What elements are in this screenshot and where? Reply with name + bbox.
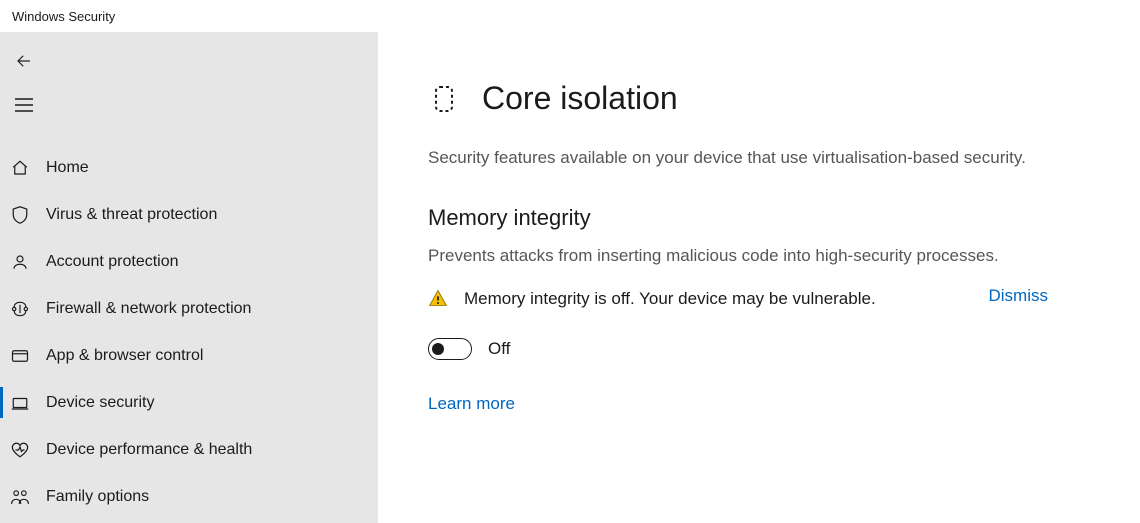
window-title: Windows Security <box>12 9 115 24</box>
sidebar-item-device-security[interactable]: Device security <box>0 379 378 426</box>
sidebar-item-label: Firewall & network protection <box>46 300 251 318</box>
sidebar-item-label: Family options <box>46 488 149 506</box>
browser-icon <box>10 346 30 366</box>
hamburger-icon <box>15 98 33 112</box>
warning-alert: Memory integrity is off. Your device may… <box>428 286 1048 312</box>
section-description: Prevents attacks from inserting maliciou… <box>428 243 1028 269</box>
home-icon <box>10 158 30 178</box>
memory-integrity-toggle[interactable] <box>428 338 472 360</box>
main-content: Core isolation Security features availab… <box>378 32 1140 523</box>
sidebar-item-browser[interactable]: App & browser control <box>0 332 378 379</box>
sidebar-item-label: Home <box>46 159 89 177</box>
sidebar-item-health[interactable]: Device performance & health <box>0 426 378 473</box>
warning-text: Memory integrity is off. Your device may… <box>464 286 953 312</box>
sidebar-item-firewall[interactable]: Firewall & network protection <box>0 285 378 332</box>
dismiss-link[interactable]: Dismiss <box>989 286 1049 306</box>
firewall-icon <box>10 299 30 319</box>
core-isolation-icon <box>428 81 460 117</box>
section-title: Memory integrity <box>428 205 1090 231</box>
warning-icon <box>428 288 448 308</box>
sidebar-item-label: App & browser control <box>46 347 203 365</box>
nav-list: Home Virus & threat protection <box>0 144 378 520</box>
sidebar-item-family[interactable]: Family options <box>0 473 378 520</box>
sidebar-item-label: Device security <box>46 394 154 412</box>
toggle-state-label: Off <box>488 339 510 359</box>
sidebar-item-label: Device performance & health <box>46 441 252 459</box>
sidebar-item-label: Virus & threat protection <box>46 206 217 224</box>
health-icon <box>10 440 30 460</box>
account-icon <box>10 252 30 272</box>
back-arrow-icon <box>15 52 33 70</box>
sidebar-item-account[interactable]: Account protection <box>0 238 378 285</box>
shield-icon <box>10 205 30 225</box>
sidebar-item-virus[interactable]: Virus & threat protection <box>0 191 378 238</box>
sidebar-item-home[interactable]: Home <box>0 144 378 191</box>
page-subtitle: Security features available on your devi… <box>428 145 1028 171</box>
toggle-knob <box>432 343 444 355</box>
family-icon <box>10 487 30 507</box>
sidebar: Home Virus & threat protection <box>0 32 378 523</box>
learn-more-link[interactable]: Learn more <box>428 394 515 414</box>
hamburger-button[interactable] <box>0 84 48 126</box>
back-button[interactable] <box>0 40 48 82</box>
titlebar: Windows Security <box>0 0 1140 32</box>
page-title: Core isolation <box>482 80 678 117</box>
device-icon <box>10 393 30 413</box>
sidebar-item-label: Account protection <box>46 253 179 271</box>
